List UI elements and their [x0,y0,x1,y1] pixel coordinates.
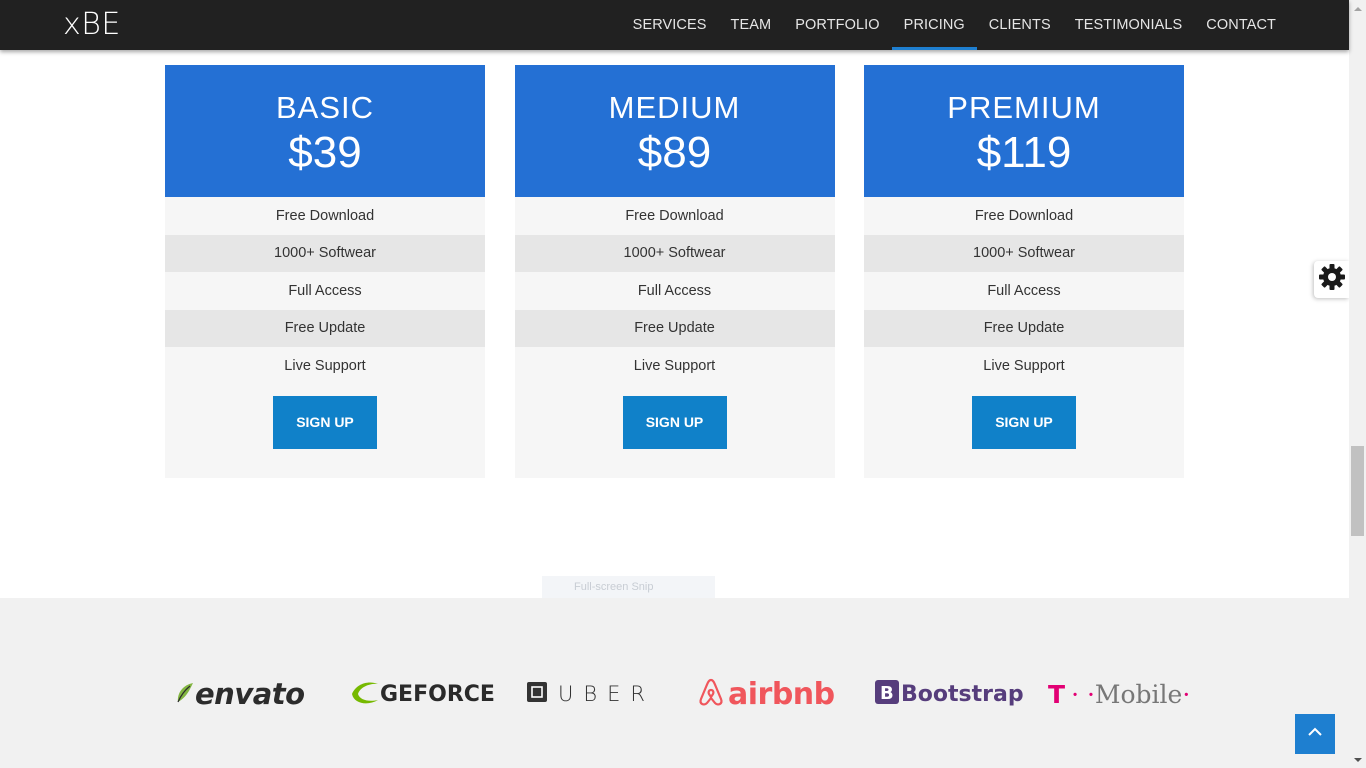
feature-item: 1000+ Softwear [165,234,485,272]
client-logo-text: envato [195,677,305,711]
leaf-icon [175,681,195,708]
feature-item: Full Access [987,282,1061,299]
snip-tooltip: Full-screen Snip [542,576,715,598]
signup-button-premium[interactable]: SIGN UP [972,395,1076,449]
feature-item: Full Access [637,282,712,299]
feature-item: Live Support [983,357,1065,374]
plan-price: $119 [976,128,1072,177]
feature-item: Free Download [625,207,724,224]
main-nav: SERVICES TEAM PORTFOLIO PRICING CLIENTS … [621,0,1288,50]
tmobile-dots: · · [1071,679,1095,709]
plan-name: BASIC [275,90,375,125]
bootstrap-b-icon: B [875,679,899,710]
client-logo-bootstrap[interactable]: B Bootstrap [875,678,1024,710]
client-logo-text: Mobile [1094,679,1183,709]
nav-clients[interactable]: CLIENTS [977,0,1063,50]
plan-features: Free Download 1000+ Softwear Full Access… [514,197,835,385]
signup-button-basic[interactable]: SIGN UP [273,395,377,449]
plan-price: $39 [288,128,362,177]
plan-basic: BASIC $39 Free Download 1000+ Softwear F… [165,65,485,478]
client-logo-text: Bootstrap [901,681,1024,707]
tmobile-dot: · [1182,679,1191,709]
client-logo-airbnb[interactable]: airbnb [698,676,835,712]
feature-item: 1000+ Softwear [514,234,835,272]
gear-icon [1318,263,1346,296]
settings-toggle[interactable] [1314,261,1349,298]
feature-item: Free Update [165,309,485,347]
plan-header: MEDIUM $89 [514,65,835,197]
page-scrollbar[interactable] [1349,0,1366,768]
client-logo-uber[interactable]: UBER [526,678,655,710]
scroll-up-arrow[interactable] [1349,0,1366,17]
client-logo-geforce[interactable]: GEFORCE [350,678,495,710]
nav-pricing[interactable]: PRICING [891,0,977,50]
signup-button-medium[interactable]: SIGN UP [622,395,727,449]
feature-item: Free Download [275,207,375,224]
nav-testimonials[interactable]: TESTIMONIALS [1063,0,1195,50]
svg-text:B: B [880,683,894,704]
plan-premium: PREMIUM $119 Free Download 1000+ Softwea… [864,65,1184,478]
t-logo-icon: T [1048,679,1066,709]
feature-item: Free Update [514,309,835,347]
plan-medium: MEDIUM $89 Free Download 1000+ Softwear … [514,65,835,478]
airbnb-belo-icon [698,677,724,712]
back-to-top-button[interactable] [1295,714,1335,754]
scroll-down-arrow[interactable] [1349,751,1366,768]
client-logo-envato[interactable]: envato [175,677,305,711]
scrollbar-thumb[interactable] [1351,446,1364,536]
client-logo-text: UBER [558,682,655,706]
nvidia-swoosh-icon [350,678,380,711]
nav-contact[interactable]: CONTACT [1194,0,1288,50]
feature-item: Live Support [284,357,366,374]
feature-item: Full Access [288,282,362,299]
top-navbar: xBE SERVICES TEAM PORTFOLIO PRICING CLIE… [0,0,1349,50]
nav-team[interactable]: TEAM [719,0,784,50]
nav-services[interactable]: SERVICES [621,0,719,50]
chevron-up-icon [1307,725,1323,743]
feature-item: Live Support [633,357,716,374]
plan-header: BASIC $39 [165,65,485,197]
plan-name: PREMIUM [947,90,1101,125]
feature-item: Free Download [974,207,1074,224]
client-logo-tmobile[interactable]: T · · Mobile · [1048,678,1190,710]
plan-price: $89 [637,128,712,177]
client-logo-text: airbnb [728,676,835,712]
nav-portfolio[interactable]: PORTFOLIO [783,0,891,50]
client-logo-text: GEFORCE [380,681,495,707]
plan-features: Free Download 1000+ Softwear Full Access… [864,197,1184,385]
plan-features: Free Download 1000+ Softwear Full Access… [165,197,485,385]
plan-name: MEDIUM [608,90,741,125]
pricing-section: BASIC $39 Free Download 1000+ Softwear F… [165,65,1184,478]
uber-square-icon [526,681,548,708]
plan-header: PREMIUM $119 [864,65,1184,197]
brand-logo[interactable]: xBE [63,7,121,42]
feature-item: Free Update [864,309,1184,347]
feature-item: 1000+ Softwear [864,234,1184,272]
